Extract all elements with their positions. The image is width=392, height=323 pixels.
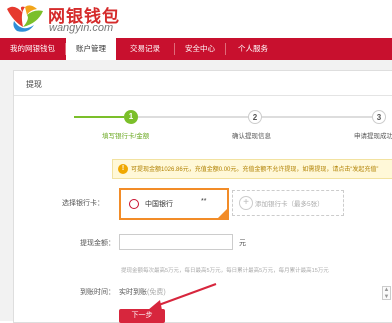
plus-icon: + [239, 196, 253, 210]
page-title: 提现 [26, 80, 42, 89]
progress-line [74, 116, 124, 118]
notice-text: 可提现金额1026.86元，充值金额0.00元。充值金额不允许提现，如需提现，请… [131, 167, 379, 173]
add-card-label: 添加银行卡（最多5张） [255, 201, 324, 208]
wangyin-logo-icon [7, 5, 43, 32]
selected-bank-card[interactable]: 中国银行 ** [119, 188, 229, 220]
step-1-indicator: 1 [124, 110, 138, 124]
card-number-masked: ** [201, 198, 207, 205]
step-1-label: 填写银行卡/金额 [102, 133, 150, 140]
step-3-indicator: 3 [372, 110, 386, 124]
amount-unit: 元 [239, 240, 246, 247]
nav-item-personal-services[interactable]: 个人服务 [226, 38, 280, 60]
step-3-label: 申请提现成功 [354, 133, 392, 140]
add-bank-card-button[interactable]: + 添加银行卡（最多5张） [232, 190, 344, 216]
bank-of-china-icon [129, 199, 139, 209]
arrival-time-label: 到账时间： [80, 289, 115, 296]
progress-line [138, 116, 248, 118]
brand-domain: wangyin.com [49, 22, 114, 34]
notice-bar: ! 可提现金额1026.86元，充值金额0.00元。充值金额不允许提现，如需提现… [112, 159, 392, 179]
header: 网银钱包 wangyin.com [0, 0, 392, 38]
withdraw-amount-input[interactable] [119, 234, 233, 250]
amount-label: 提现金额： [80, 240, 115, 247]
bank-name: 中国银行 [145, 201, 173, 208]
step-2-indicator: 2 [248, 110, 262, 124]
nav-item-account-management[interactable]: 账户管理 [66, 38, 116, 60]
scroll-to-top-icon[interactable]: ▲ ▼ [382, 286, 391, 300]
nav-item-my-wallet[interactable]: 我的网银钱包 [0, 38, 65, 60]
selected-check-icon [218, 209, 227, 218]
progress-line [262, 116, 372, 118]
nav-item-security-center[interactable]: 安全中心 [175, 38, 225, 60]
main-nav: 我的网银钱包 账户管理 交易记录 安全中心 个人服务 [0, 38, 392, 60]
step-2-label: 确认提现信息 [232, 133, 271, 140]
warning-icon: ! [118, 164, 128, 174]
limit-hint: 提现金额每次最高5万元，每日最高5万元，每日累计最高5万元，每月累计最高15万元 [121, 268, 329, 274]
bank-card-label: 选择银行卡： [62, 200, 104, 207]
red-arrow-annotation [148, 283, 217, 310]
nav-item-transactions[interactable]: 交易记录 [116, 38, 174, 60]
title-divider [14, 95, 392, 96]
